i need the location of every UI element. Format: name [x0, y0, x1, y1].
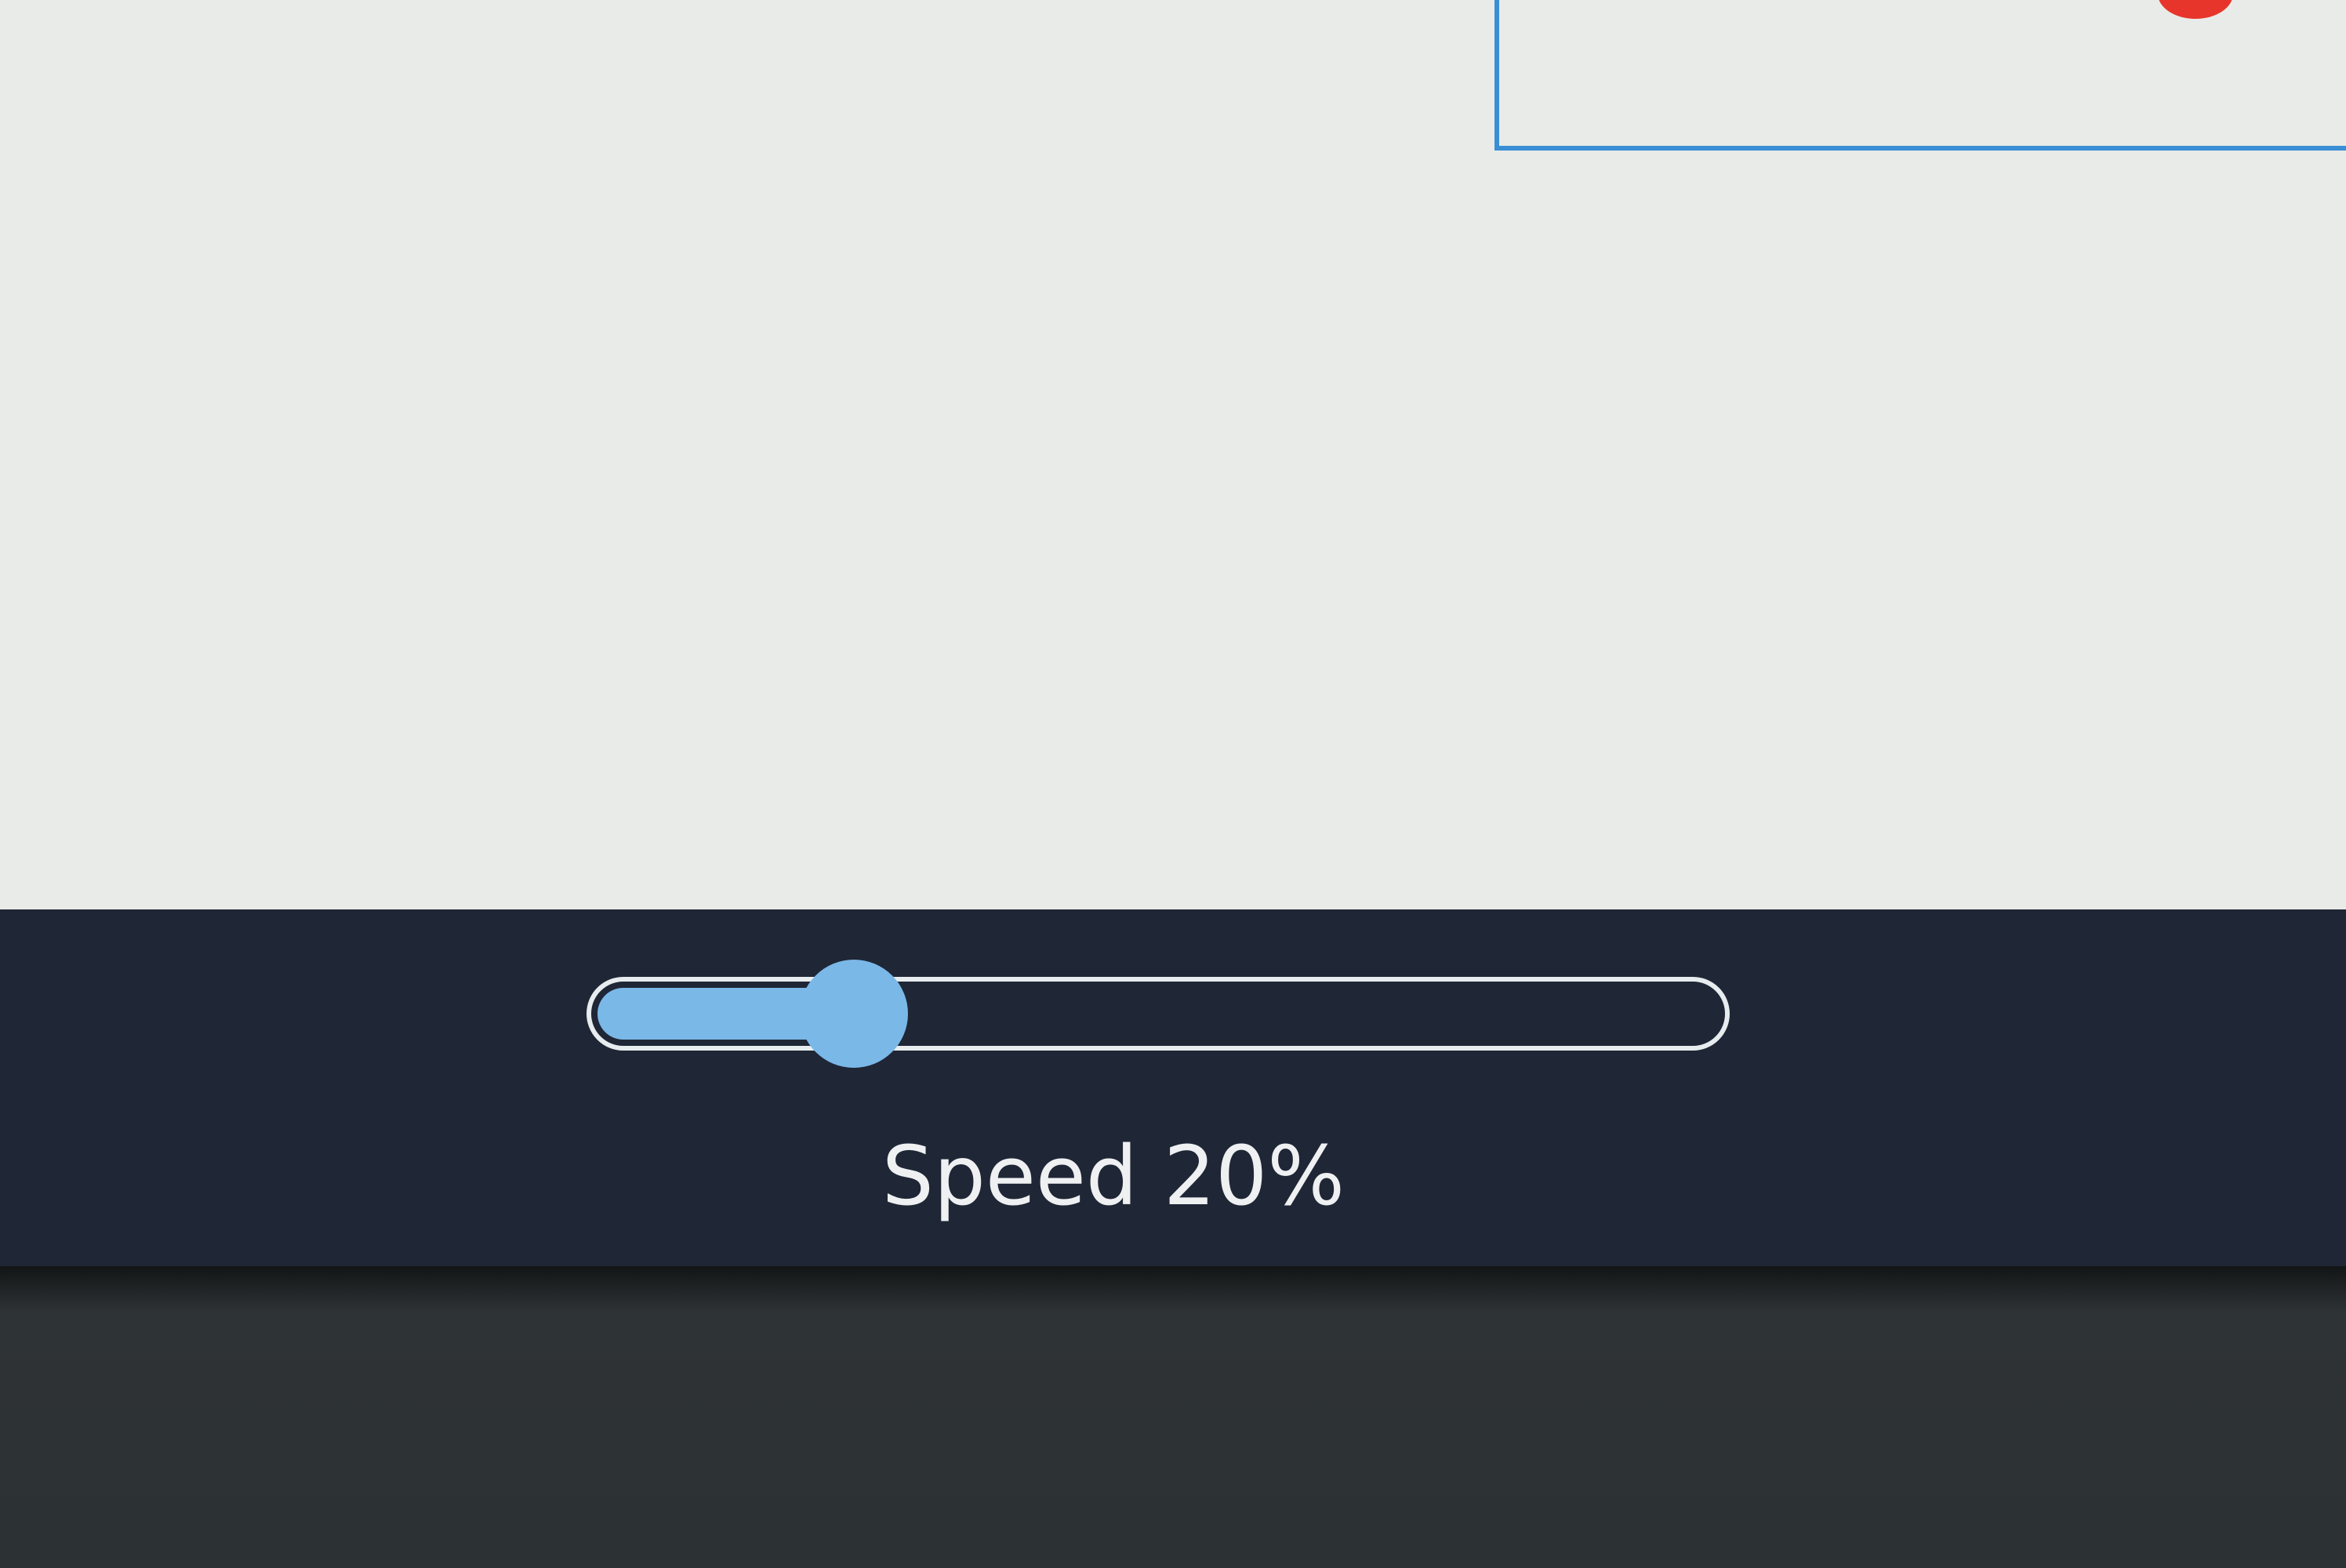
canvas-area[interactable] [0, 0, 2346, 909]
speed-slider-thumb[interactable] [800, 960, 909, 1068]
app-screen: Speed 20% [0, 0, 2346, 1266]
speed-slider[interactable] [586, 960, 1730, 1068]
monitor-bezel [0, 1266, 2346, 1568]
speed-label: Speed 20% [881, 1128, 1346, 1224]
blue-bordered-box [1494, 0, 2346, 151]
